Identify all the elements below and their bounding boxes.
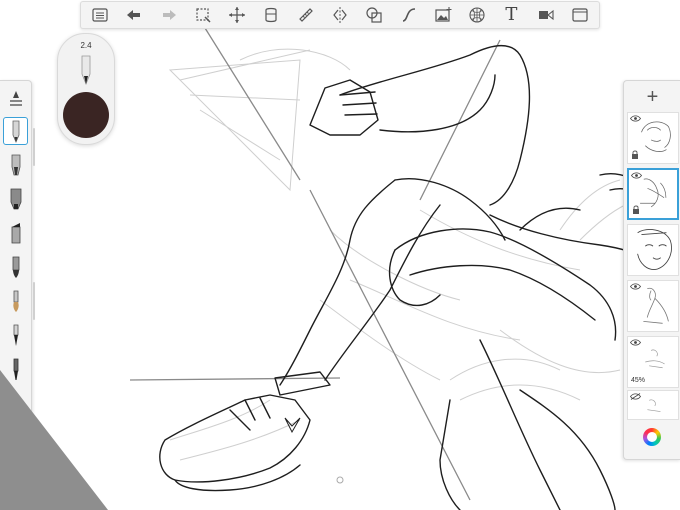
- visibility-eye-icon[interactable]: [630, 339, 641, 346]
- layer-thumbnail[interactable]: 45%: [627, 336, 679, 388]
- layers-panel: + 45%: [623, 80, 680, 460]
- layer-opacity-label: 45%: [631, 377, 646, 384]
- color-wheel-icon[interactable]: [643, 428, 661, 446]
- brush-settings-icon[interactable]: [3, 85, 28, 113]
- layer-thumbnail[interactable]: [627, 280, 679, 332]
- ruler-icon[interactable]: [295, 4, 317, 26]
- layer-lock-icon[interactable]: [631, 150, 639, 159]
- layer-thumbnail-selected[interactable]: [627, 168, 679, 220]
- add-layer-button[interactable]: +: [624, 85, 680, 109]
- shapes-icon[interactable]: [363, 4, 385, 26]
- layer-lock-icon[interactable]: [632, 205, 640, 214]
- visibility-eye-icon[interactable]: [630, 283, 641, 290]
- redo-icon[interactable]: [158, 4, 180, 26]
- color-wheel-center: [647, 432, 657, 442]
- image-import-icon[interactable]: [432, 4, 454, 26]
- stroke-icon[interactable]: [398, 4, 420, 26]
- hidden-eye-icon[interactable]: [630, 393, 641, 400]
- symmetry-icon[interactable]: [329, 4, 351, 26]
- pencil-brush-icon[interactable]: [3, 117, 28, 145]
- airbrush-brush-icon[interactable]: [3, 287, 28, 315]
- undo-icon[interactable]: [123, 4, 145, 26]
- layer-thumbnail[interactable]: [627, 224, 679, 276]
- fullscreen-icon[interactable]: [569, 4, 591, 26]
- ink-pen-brush-icon[interactable]: [3, 151, 28, 179]
- selection-icon[interactable]: [192, 4, 214, 26]
- text-icon[interactable]: T: [500, 4, 522, 26]
- list-icon[interactable]: [89, 4, 111, 26]
- current-color-swatch[interactable]: [63, 92, 109, 138]
- palette-grip[interactable]: [33, 282, 35, 320]
- brush-size-value: 2.4: [80, 41, 92, 50]
- main-toolbar: T: [80, 1, 600, 29]
- brush-puck[interactable]: 2.4: [57, 33, 115, 145]
- paint-bucket-icon[interactable]: [260, 4, 282, 26]
- video-icon[interactable]: [535, 4, 557, 26]
- chisel-marker-brush-icon[interactable]: [3, 219, 28, 247]
- palette-grip[interactable]: [33, 128, 35, 166]
- marker-brush-icon[interactable]: [3, 185, 28, 213]
- brush-nib-icon: [81, 55, 91, 86]
- corner-menu-triangle[interactable]: [0, 370, 108, 510]
- perspective-icon[interactable]: [466, 4, 488, 26]
- smudge-brush-icon[interactable]: [3, 321, 28, 349]
- transform-icon[interactable]: [226, 4, 248, 26]
- visibility-eye-icon[interactable]: [630, 115, 641, 122]
- paintbrush-brush-icon[interactable]: [3, 253, 28, 281]
- layer-thumbnail[interactable]: [627, 390, 679, 420]
- layer-thumbnail[interactable]: [627, 112, 679, 164]
- text-tool-glyph: T: [505, 4, 518, 25]
- visibility-eye-icon[interactable]: [631, 172, 642, 179]
- layer-preview: [637, 229, 672, 270]
